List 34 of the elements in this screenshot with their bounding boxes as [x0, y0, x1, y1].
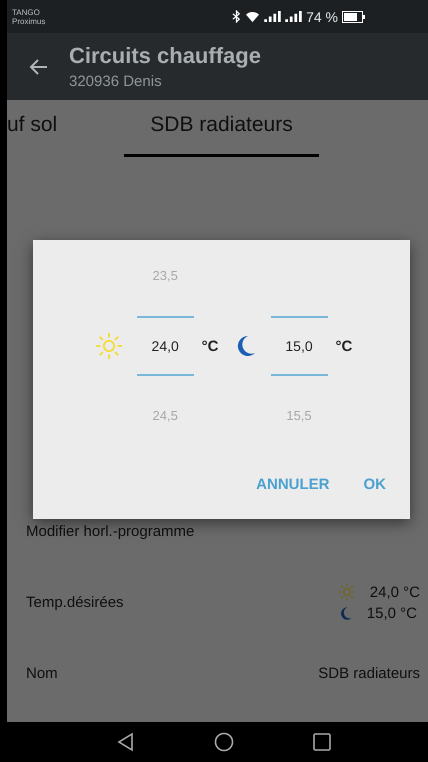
- tab[interactable]: SDB radiateurs: [124, 100, 319, 157]
- carrier-name: Proximus: [12, 16, 46, 26]
- dialog-button[interactable]: ANNULER: [248, 470, 338, 499]
- signal-icon: [264, 11, 282, 22]
- unit-label: °C: [202, 338, 218, 354]
- back-arrow-icon: [29, 56, 49, 76]
- battery-level: 74 %: [306, 8, 338, 24]
- recents-icon[interactable]: [312, 732, 332, 752]
- row-label: Temp.désirées: [26, 594, 124, 611]
- number-picker[interactable]: 15,0: [270, 316, 328, 376]
- screen-title: Circuits chauffage: [69, 43, 261, 69]
- bluetooth-icon: [232, 10, 242, 23]
- wifi-icon: [245, 10, 260, 23]
- home-icon[interactable]: [214, 732, 234, 752]
- picker-value: 24,5: [152, 407, 178, 425]
- night-temperature: 15,0 °C: [366, 605, 417, 622]
- carrier-name: TANGO: [12, 8, 40, 16]
- back-icon[interactable]: [116, 732, 136, 752]
- picker-value: 15,5: [286, 407, 312, 425]
- picker-value: 23,5: [152, 267, 178, 285]
- day-temperature: 24,0 °C: [370, 584, 420, 600]
- sun-icon: [338, 583, 356, 601]
- sun-icon: [94, 332, 123, 360]
- signal-icon: [285, 11, 302, 22]
- row-value: SDB radiateurs: [318, 665, 420, 682]
- tab[interactable]: uf sol: [7, 100, 67, 157]
- back-button[interactable]: [29, 56, 49, 76]
- row-label: Nom: [26, 665, 58, 682]
- unit-label: °C: [336, 338, 352, 354]
- screen-subtitle: 320936 Denis: [69, 73, 162, 90]
- battery-icon: [342, 10, 366, 22]
- list-item[interactable]: Modifier horl.-programme: [26, 523, 194, 540]
- dialog-button[interactable]: OK: [356, 470, 394, 499]
- number-picker[interactable]: 24,0: [136, 316, 194, 376]
